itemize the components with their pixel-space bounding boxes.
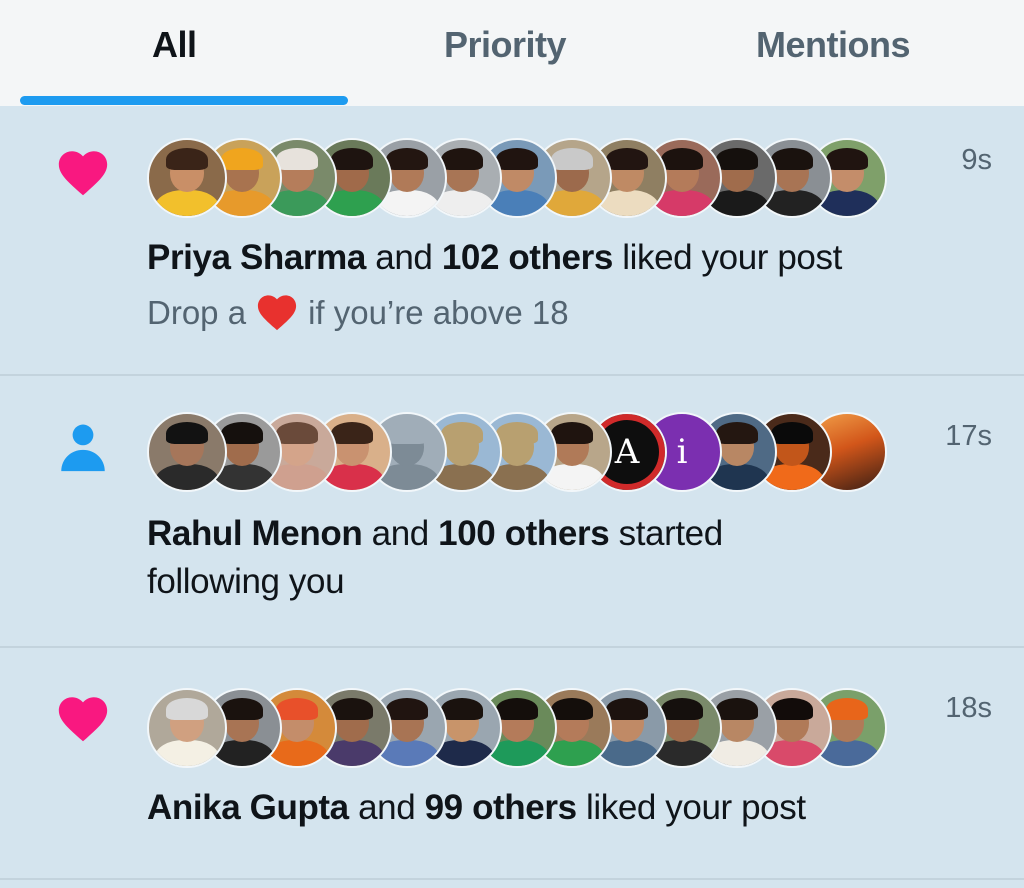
notification-time: 17s xyxy=(945,420,992,452)
liker-avatars xyxy=(147,688,887,770)
notification-text: Anika Gupta and 99 others liked your pos… xyxy=(147,784,967,832)
tab-all-label: All xyxy=(152,24,197,65)
avatar[interactable] xyxy=(147,412,227,492)
tab-priority-label: Priority xyxy=(444,24,567,65)
others-count[interactable]: 100 others xyxy=(438,514,609,553)
red-heart-emoji-icon xyxy=(257,295,297,331)
action-text: liked your post xyxy=(585,788,806,827)
notification-text: Rahul Menon and 100 others started follo… xyxy=(147,510,967,606)
tab-mentions[interactable]: Mentions xyxy=(700,0,1024,106)
tab-all[interactable]: All xyxy=(0,0,360,106)
others-count[interactable]: 99 others xyxy=(425,788,577,827)
notification-feed: 9s Priya Sharma and 102 others liked you… xyxy=(0,106,1024,880)
notification-like[interactable]: 18s Anika Gupta and 99 others liked your… xyxy=(0,648,1024,880)
person-icon xyxy=(61,424,105,472)
notification-tabs: All Priority Mentions xyxy=(0,0,1024,106)
heart-icon xyxy=(58,697,108,742)
conjunction: and xyxy=(358,788,416,827)
liker-avatars xyxy=(147,138,887,220)
tab-mentions-label: Mentions xyxy=(756,24,911,65)
notification-text: Priya Sharma and 102 others liked your p… xyxy=(147,234,967,282)
conjunction: and xyxy=(371,514,430,553)
notification-like[interactable]: 9s Priya Sharma and 102 others liked you… xyxy=(0,106,1024,376)
actor-name[interactable]: Rahul Menon xyxy=(147,514,363,553)
tab-priority[interactable]: Priority xyxy=(360,0,700,106)
notification-time: 9s xyxy=(961,144,992,176)
action-text-continued: following you xyxy=(147,562,345,601)
active-tab-indicator xyxy=(20,96,348,105)
follower-avatars: Ai xyxy=(147,412,887,494)
others-count[interactable]: 102 others xyxy=(442,238,613,277)
post-prefix: Drop a xyxy=(147,294,247,331)
heart-icon xyxy=(58,151,108,196)
actor-name[interactable]: Anika Gupta xyxy=(147,788,349,827)
avatar[interactable] xyxy=(147,688,227,768)
avatar[interactable] xyxy=(147,138,227,218)
notification-follow[interactable]: Ai 17s Rahul Menon and 100 others starte… xyxy=(0,376,1024,648)
action-text: started xyxy=(618,514,724,553)
post-preview[interactable]: Drop a if you’re above 18 xyxy=(147,290,569,335)
conjunction: and xyxy=(375,238,433,277)
action-text: liked your post xyxy=(622,238,842,277)
post-suffix: if you’re above 18 xyxy=(308,294,569,331)
notification-time: 18s xyxy=(945,692,992,724)
actor-name[interactable]: Priya Sharma xyxy=(147,238,366,277)
